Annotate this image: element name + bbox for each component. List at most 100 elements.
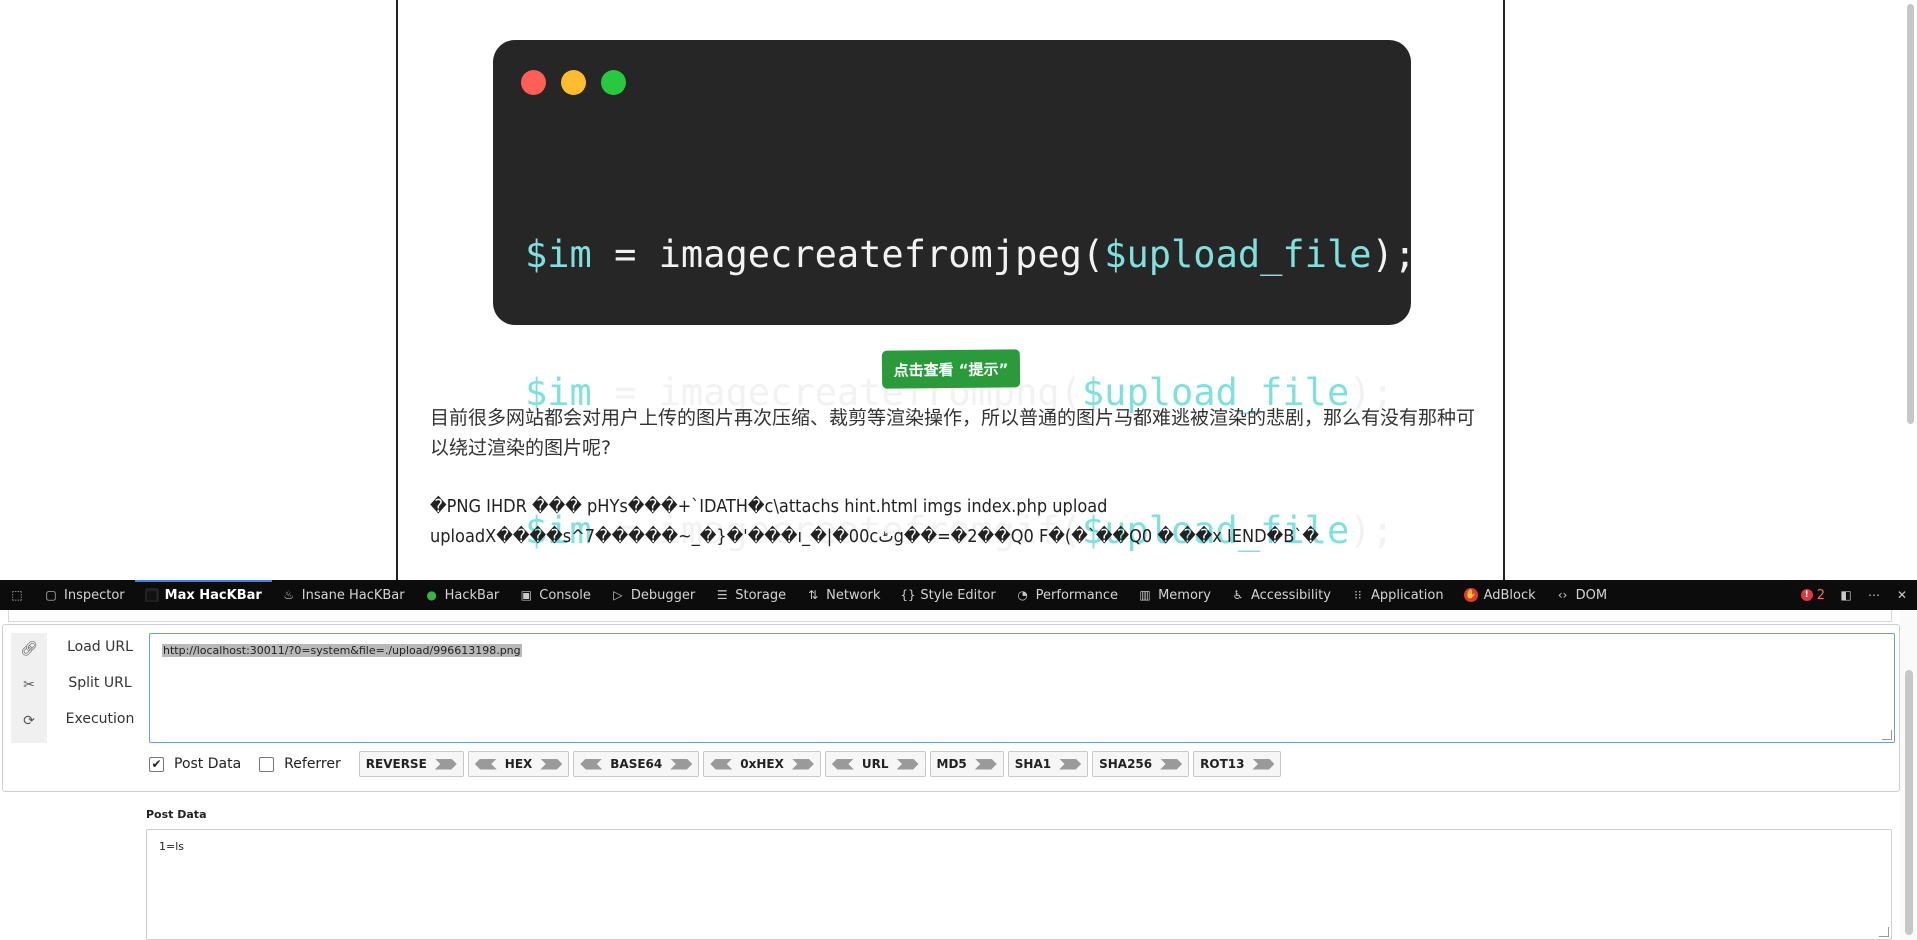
tab-network[interactable]: ⇅ Network — [796, 580, 890, 610]
chevron-right-icon — [434, 758, 457, 770]
tab-adblock[interactable]: ✋ AdBlock — [1454, 580, 1546, 610]
devtools-scrollbar[interactable] — [1900, 610, 1917, 940]
page-viewport: $im = imagecreatefromjpeg($upload_file);… — [0, 0, 1917, 580]
more-options-icon[interactable]: ⋯ — [1867, 588, 1881, 602]
insane-hackbar-icon: ♨ — [283, 588, 295, 602]
tab-application[interactable]: ⁝⁝ Application — [1341, 580, 1454, 610]
accessibility-icon: ♿ — [1232, 588, 1244, 602]
chevron-left-icon[interactable] — [474, 758, 497, 770]
page-scrollbar[interactable] — [1903, 0, 1917, 580]
description-paragraph: 目前很多网站都会对用户上传的图片再次压缩、裁剪等渲染操作，所以普通的图片马都难逃… — [430, 407, 1476, 459]
dock-side-icon[interactable]: ◧ — [1839, 588, 1853, 602]
error-count-badge[interactable]: ! 2 — [1800, 588, 1825, 603]
post-data-textarea[interactable]: 1=ls — [146, 829, 1892, 940]
post-data-label: Post Data — [174, 756, 242, 772]
dom-icon: ‹› — [1557, 588, 1568, 602]
close-devtools-icon[interactable]: ✕ — [1895, 588, 1909, 602]
tab-console[interactable]: ▣ Console — [509, 580, 601, 610]
tab-max-hackbar[interactable]: ■ Max HacKBar — [134, 580, 272, 610]
referrer-checkbox[interactable] — [259, 756, 275, 772]
chevron-left-icon[interactable] — [580, 758, 603, 770]
devtools-panel: ⬚ ▢ Inspector ■ Max HacKBar ♨ Insane HacKBa… — [0, 580, 1917, 940]
error-icon: ! — [1800, 589, 1813, 601]
hackbar-area: 🔗︎ ✂ ⟳ Load URL Split URL Execution http… — [0, 610, 1900, 940]
storage-icon: ☰ — [716, 588, 728, 602]
tab-accessibility[interactable]: ♿ Accessibility — [1221, 580, 1341, 610]
load-url-button[interactable]: Load URL — [55, 639, 145, 655]
tab-hackbar[interactable]: ● HackBar — [415, 580, 510, 610]
rot13-button[interactable]: ROT13 — [1193, 751, 1282, 777]
split-url-button[interactable]: Split URL — [55, 675, 145, 691]
tab-insane-hackbar[interactable]: ♨ Insane HacKBar — [272, 580, 415, 610]
content-sheet: $im = imagecreatefromjpeg($upload_file);… — [396, 0, 1505, 580]
url-textarea[interactable]: http://localhost:30011/?0=system&file=./… — [149, 633, 1895, 743]
style-editor-icon: {} — [900, 588, 916, 602]
devtools-tabbar: ⬚ ▢ Inspector ■ Max HacKBar ♨ Insane HacKBa… — [0, 580, 1917, 610]
tab-storage[interactable]: ☰ Storage — [705, 580, 796, 610]
options-row: ✔ Post Data Referrer REVERSE HEX BASE64 … — [149, 751, 1282, 777]
memory-icon: ▥ — [1139, 588, 1151, 602]
resize-handle[interactable] — [1879, 927, 1889, 937]
chevron-right-icon — [1059, 758, 1082, 770]
window-minimize-dot — [561, 70, 586, 95]
network-icon: ⇅ — [808, 588, 819, 602]
link-icon[interactable]: 🔗︎ — [11, 641, 47, 657]
show-hint-button[interactable]: 点击查看 “提示” — [881, 349, 1021, 389]
chevron-left-icon[interactable] — [831, 758, 854, 770]
chevron-right-icon[interactable] — [896, 758, 919, 770]
adblock-icon: ✋ — [1463, 588, 1478, 602]
hackbar-url-panel: 🔗︎ ✂ ⟳ Load URL Split URL Execution http… — [2, 624, 1900, 792]
chevron-right-icon — [1160, 758, 1183, 770]
reverse-button[interactable]: REVERSE — [358, 751, 464, 777]
tab-debugger[interactable]: ▷ Debugger — [601, 580, 705, 610]
code-line: $im = imagecreatefromjpeg($upload_file); — [525, 233, 1417, 276]
action-icons-column: 🔗︎ ✂ ⟳ — [11, 633, 47, 743]
scissors-icon[interactable]: ✂ — [11, 677, 47, 693]
post-data-value: 1=ls — [159, 840, 185, 853]
md5-button[interactable]: MD5 — [929, 751, 1004, 777]
base64-button[interactable]: BASE64 — [573, 751, 700, 777]
hex-button[interactable]: HEX — [467, 751, 570, 777]
devtools-toolbar-right: ! 2 ◧ ⋯ ✕ — [1800, 580, 1909, 610]
performance-icon: ◔ — [1017, 588, 1028, 602]
chevron-right-icon — [974, 758, 997, 770]
chevron-left-icon[interactable] — [710, 758, 733, 770]
element-picker-icon: ⬚ — [11, 588, 23, 602]
url-value: http://localhost:30011/?0=system&file=./… — [162, 644, 522, 657]
post-data-checkbox[interactable]: ✔ — [149, 756, 164, 772]
hackbar-menu-strip — [8, 610, 1892, 622]
binary-line: uploadX����s^7�����~_�}�'���ı_�|�00cٹg��… — [430, 526, 1320, 547]
binary-output: �PNG IHDR ��� pHYs���+`IDATH�c\attachs h… — [430, 492, 1490, 552]
chevron-right-icon — [1252, 758, 1275, 770]
window-maximize-dot — [601, 70, 626, 95]
devtools-scrollbar-thumb[interactable] — [1905, 670, 1913, 935]
code-window: $im = imagecreatefromjpeg($upload_file);… — [493, 40, 1416, 552]
tab-performance[interactable]: ◔ Performance — [1006, 580, 1128, 610]
tab-inspector[interactable]: ▢ Inspector — [34, 580, 135, 610]
window-close-dot — [521, 70, 546, 95]
application-icon: ⁝⁝ — [1354, 588, 1362, 602]
element-picker-button[interactable]: ⬚ — [0, 580, 34, 610]
tab-style-editor[interactable]: {} Style Editor — [890, 580, 1005, 610]
binary-line: �PNG IHDR ��� pHYs���+`IDATH�c\attachs h… — [430, 496, 1108, 517]
refresh-icon[interactable]: ⟳ — [11, 713, 47, 729]
debugger-icon: ▷ — [613, 588, 623, 602]
chevron-right-icon[interactable] — [791, 758, 814, 770]
tab-dom[interactable]: ‹› DOM — [1546, 580, 1617, 610]
chevron-right-icon[interactable] — [670, 758, 693, 770]
hackbar-icon: ■ — [144, 588, 159, 602]
hackbar-green-icon: ● — [426, 588, 437, 602]
tab-memory[interactable]: ▥ Memory — [1128, 580, 1221, 610]
0xhex-button[interactable]: 0xHEX — [703, 751, 821, 777]
referrer-label: Referrer — [284, 756, 341, 772]
sha1-button[interactable]: SHA1 — [1007, 751, 1089, 777]
inspector-icon: ▢ — [45, 588, 57, 602]
page-scrollbar-thumb[interactable] — [1907, 4, 1914, 424]
console-icon: ▣ — [520, 588, 532, 602]
resize-handle[interactable] — [1882, 730, 1892, 740]
sha256-button[interactable]: SHA256 — [1092, 751, 1190, 777]
url-encode-button[interactable]: URL — [824, 751, 926, 777]
post-data-section-label: Post Data — [146, 808, 207, 821]
chevron-right-icon[interactable] — [540, 758, 563, 770]
execution-button[interactable]: Execution — [55, 711, 145, 727]
